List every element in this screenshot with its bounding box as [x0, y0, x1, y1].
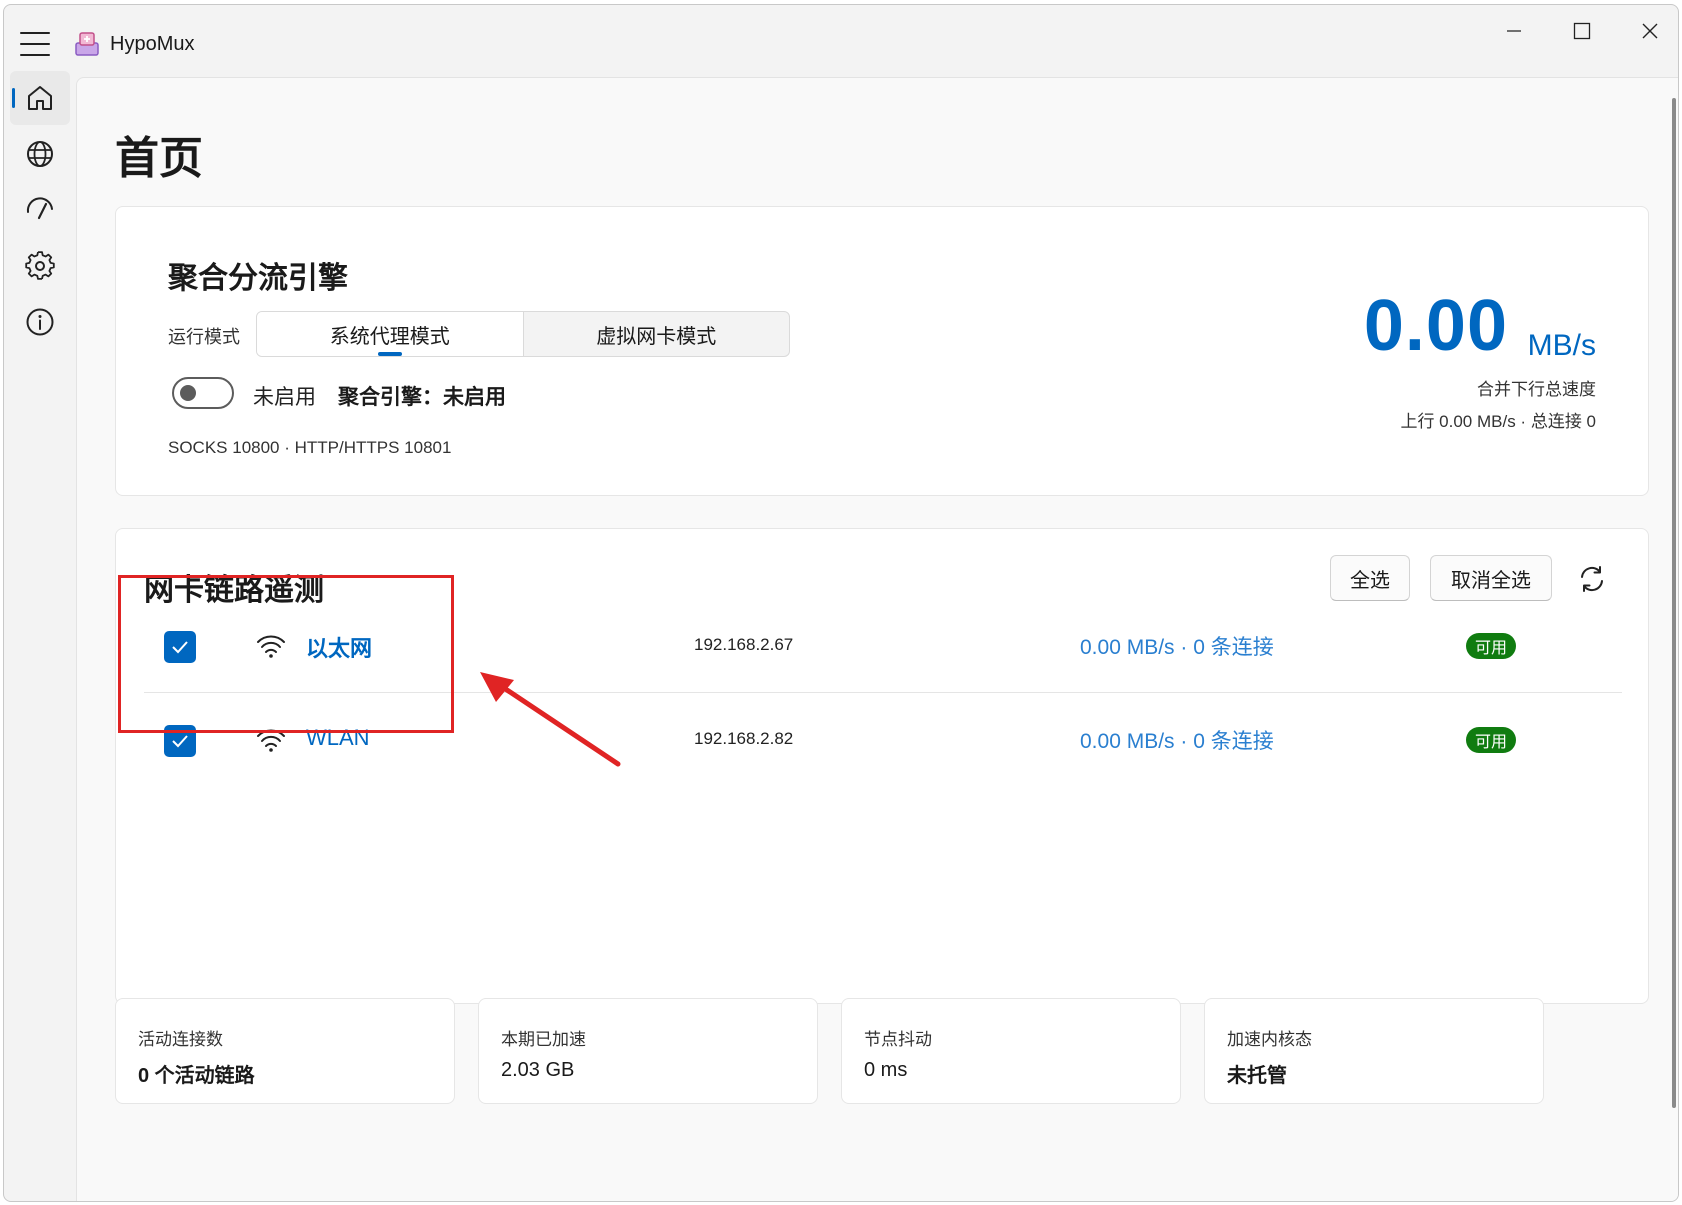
adapter-name[interactable]: 以太网 [306, 631, 372, 663]
select-all-button[interactable]: 全选 [1330, 555, 1410, 601]
deselect-all-button[interactable]: 取消全选 [1430, 555, 1552, 601]
nav-rail [4, 71, 74, 1201]
home-icon [28, 86, 52, 110]
stat-value: 2.03 GB [501, 1059, 575, 1081]
stat-value: 0 个活动链路 [138, 1065, 255, 1087]
status-badge: 可用 [1466, 633, 1516, 659]
engine-title: 聚合分流引擎 [168, 262, 348, 295]
minimize-icon [1507, 30, 1521, 32]
page-title: 首页 [115, 134, 203, 183]
speed-value: 0.00 [1363, 286, 1508, 366]
maximize-button[interactable] [1548, 5, 1616, 57]
adapter-ip: 192.168.2.67 [694, 635, 794, 654]
close-icon [1642, 23, 1658, 39]
speedometer-icon [26, 197, 53, 220]
nav-item-settings[interactable] [10, 239, 70, 293]
stat-value: 0 ms [864, 1059, 908, 1081]
stat-label: 活动连接数 [138, 1030, 223, 1049]
mode-virtual-nic-button[interactable]: 虚拟网卡模式 [524, 312, 790, 356]
menu-icon[interactable] [20, 27, 56, 61]
title-bar: HypoMux [4, 5, 1678, 77]
adapter-checkbox[interactable] [164, 631, 196, 663]
speed-unit: MB/s [1527, 329, 1596, 362]
nav-item-home[interactable] [10, 71, 70, 125]
app-window: HypoMux 首页 聚合分流引擎 运行模式 系统代理模式 虚拟网卡模式 未启用… [3, 4, 1679, 1202]
toggle-state-label: 未启用 [253, 386, 316, 409]
adapter-ip: 192.168.2.82 [694, 729, 794, 748]
adapter-row: WLAN 192.168.2.82 0.00 MB/s · 0 条连接 可用 [144, 693, 1622, 787]
wifi-icon [257, 635, 285, 658]
nav-item-globe[interactable] [10, 127, 70, 181]
app-logo-icon [75, 32, 99, 56]
nav-item-about[interactable] [10, 295, 70, 349]
speed-label: 合并下行总速度 [1477, 380, 1596, 399]
engine-status: 聚合引擎：未启用 [338, 386, 506, 409]
stat-card-kernel: 加速内核态 未托管 [1204, 998, 1544, 1104]
maximize-icon [1573, 22, 1591, 40]
stat-card-connections: 活动连接数 0 个活动链路 [115, 998, 455, 1104]
mode-label: 运行模式 [168, 327, 240, 347]
mode-segmented-control: 系统代理模式 虚拟网卡模式 [256, 311, 790, 357]
stat-card-accelerated: 本期已加速 2.03 GB [478, 998, 818, 1104]
wifi-icon [257, 729, 285, 752]
minimize-button[interactable] [1480, 5, 1548, 57]
nav-item-speedometer[interactable] [10, 183, 70, 237]
proxy-ports: SOCKS 10800 · HTTP/HTTPS 10801 [168, 438, 452, 457]
gear-icon [25, 251, 55, 280]
adapter-rate: 0.00 MB/s · 0 条连接 [1080, 636, 1274, 659]
info-icon [26, 308, 54, 336]
speed-sub: 上行 0.00 MB/s · 总连接 0 [1400, 412, 1596, 431]
adapter-rate: 0.00 MB/s · 0 条连接 [1080, 730, 1274, 753]
content-pane: 首页 聚合分流引擎 运行模式 系统代理模式 虚拟网卡模式 未启用 聚合引擎：未启… [76, 77, 1678, 1201]
engine-card: 聚合分流引擎 运行模式 系统代理模式 虚拟网卡模式 未启用 聚合引擎：未启用 S… [115, 206, 1649, 496]
stat-card-jitter: 节点抖动 0 ms [841, 998, 1181, 1104]
stat-label: 节点抖动 [864, 1030, 932, 1049]
vertical-scrollbar[interactable] [1672, 98, 1676, 1108]
checkmark-icon [172, 641, 188, 654]
refresh-button[interactable] [1572, 559, 1612, 599]
telemetry-card: 网卡链路遥测 全选 取消全选 以太网 192.168.2.67 0.00 MB/… [115, 528, 1649, 1004]
adapter-row: 以太网 192.168.2.67 0.00 MB/s · 0 条连接 可用 [144, 599, 1622, 693]
stat-value: 未托管 [1227, 1065, 1287, 1087]
globe-icon [27, 141, 53, 167]
refresh-icon [1581, 566, 1603, 592]
stat-label: 加速内核态 [1227, 1030, 1312, 1049]
checkmark-icon [172, 735, 188, 748]
stat-label: 本期已加速 [501, 1030, 586, 1049]
status-badge: 可用 [1466, 727, 1516, 753]
adapter-name[interactable]: WLAN [306, 725, 370, 751]
app-title: HypoMux [110, 33, 195, 55]
engine-toggle[interactable] [172, 377, 234, 409]
mode-system-proxy-button[interactable]: 系统代理模式 [257, 312, 524, 356]
adapter-checkbox[interactable] [164, 725, 196, 757]
close-button[interactable] [1616, 5, 1678, 57]
